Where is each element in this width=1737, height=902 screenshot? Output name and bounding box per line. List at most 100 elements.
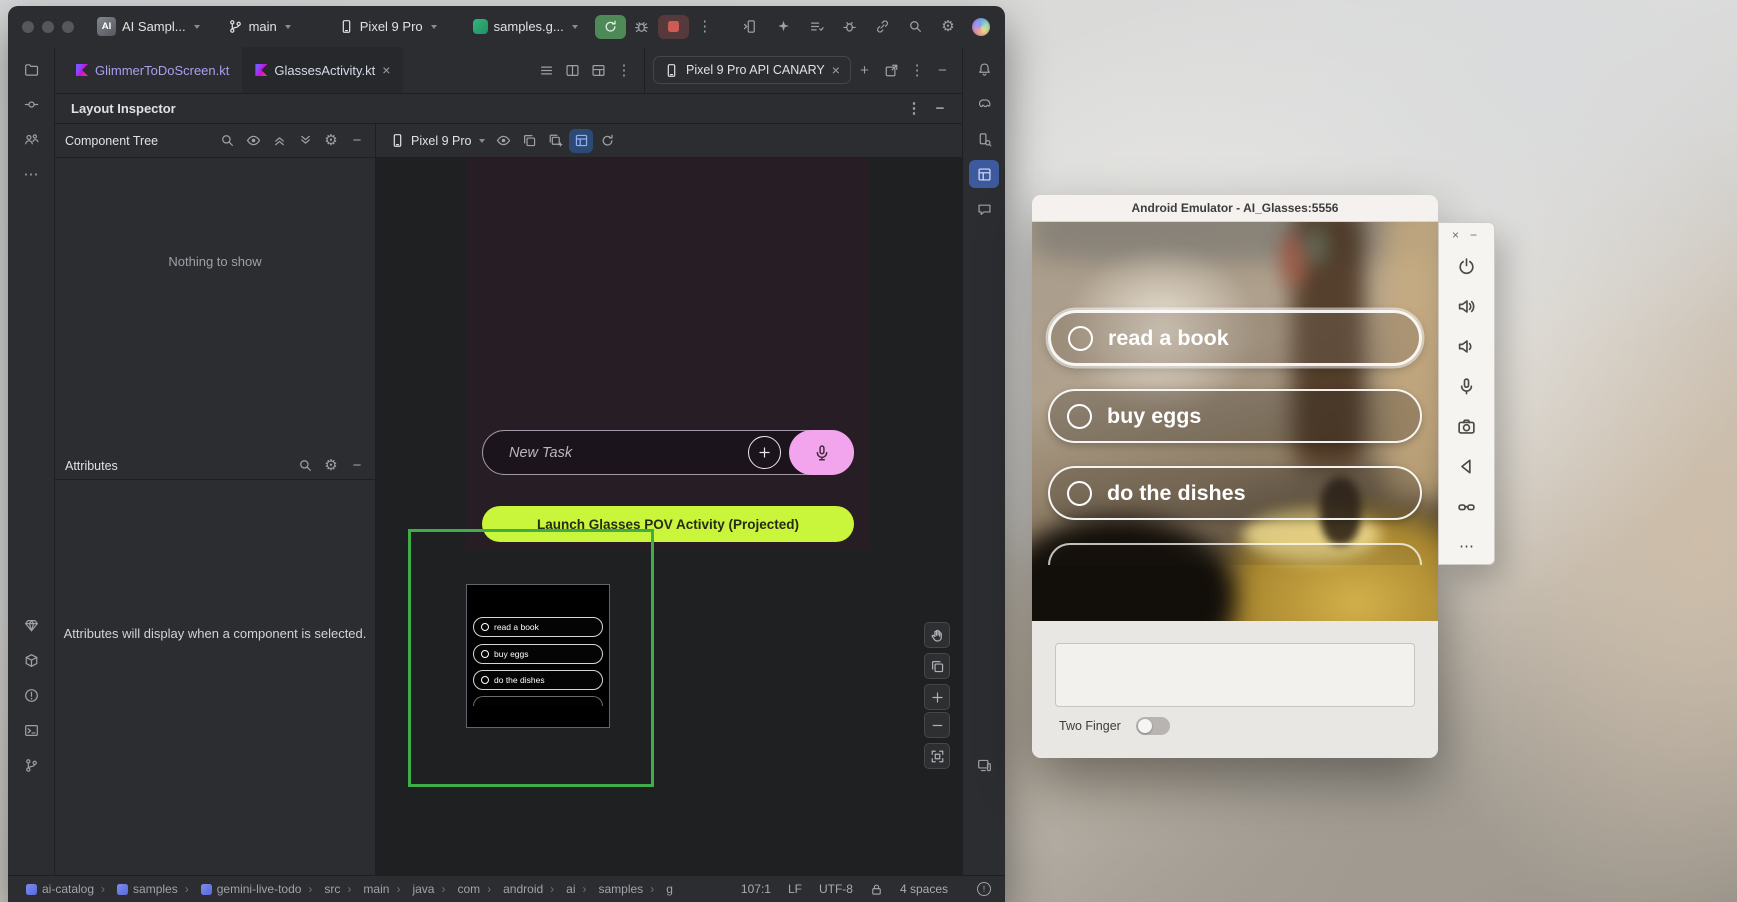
gem-tool-button[interactable] [16,611,46,639]
device-process-selector[interactable]: Pixel 9 Pro [390,133,485,148]
close-window-button[interactable] [22,21,34,33]
run-more-options-button[interactable]: ⋮ [691,15,719,39]
todo-item[interactable]: buy eggs [1048,389,1422,443]
run-button[interactable] [595,15,626,39]
file-encoding[interactable]: UTF-8 [819,882,853,896]
live-updates-toggle[interactable] [569,129,593,153]
close-tab-icon[interactable]: × [832,62,840,78]
gradle-tool-button[interactable] [969,90,999,118]
zoom-in-button[interactable] [924,684,950,710]
snapshot-button[interactable] [517,129,541,153]
breadcrumb-item[interactable]: src [301,882,340,896]
gemini-button[interactable] [769,14,797,40]
expand-all-button[interactable] [267,129,291,153]
project-tool-button[interactable] [16,55,46,83]
stop-button[interactable] [658,15,689,39]
layout-inspector-tool-button[interactable] [969,160,999,188]
tree-search-button[interactable] [215,129,239,153]
build-tool-button[interactable] [16,646,46,674]
zoom-to-fit-button[interactable] [924,743,950,769]
editor-list-button[interactable] [534,58,558,82]
branch-selector[interactable]: main [221,15,298,38]
project-selector[interactable]: AI AI Sampl... [90,13,207,40]
device-link-button[interactable] [868,14,896,40]
add-task-button[interactable] [748,436,781,469]
volume-down-button[interactable] [1451,330,1483,362]
pan-button[interactable] [924,622,950,648]
minimize-window-button[interactable] [42,21,54,33]
search-everywhere-button[interactable] [901,14,929,40]
run-config-selector[interactable]: samples.g... [466,15,585,38]
attributes-settings-button[interactable]: ⚙ [319,454,343,478]
terminal-tool-button[interactable] [16,716,46,744]
device-explorer-button[interactable] [969,125,999,153]
running-devices-tool-button[interactable] [969,751,999,779]
voice-input-button[interactable] [789,430,854,475]
volume-up-button[interactable] [1451,290,1483,322]
line-separator[interactable]: LF [788,882,802,896]
tree-visibility-button[interactable] [241,129,265,153]
breadcrumb-item[interactable]: java [389,882,434,896]
notifications-button[interactable] [969,55,999,83]
hide-panel-button[interactable]: − [931,58,954,82]
commit-tool-button[interactable] [16,90,46,118]
build-analyzer-button[interactable] [835,14,863,40]
emulator-titlebar[interactable]: Android Emulator - AI_Glasses:5556 [1032,195,1438,222]
panel-options-button[interactable]: ⋮ [905,58,928,82]
hide-inspector-button[interactable]: − [928,97,952,121]
tree-settings-button[interactable]: ⚙ [319,129,343,153]
mirror-device-button[interactable] [736,14,764,40]
task-list-button[interactable] [802,14,830,40]
more-controls-button[interactable]: ⋯ [1451,530,1483,562]
view-options-button[interactable] [491,129,515,153]
breadcrumb-item[interactable]: samples [94,882,178,896]
close-emulator-button[interactable]: × [1452,228,1459,242]
indent-setting[interactable]: 4 spaces [900,882,948,896]
add-device-button[interactable]: + [853,58,876,82]
running-device-tab[interactable]: Pixel 9 Pro API CANARY × [653,56,851,84]
breadcrumb-item[interactable]: com [434,882,480,896]
attributes-search-button[interactable] [293,454,317,478]
lock-icon[interactable] [870,883,883,896]
glasses-mode-button[interactable] [1451,490,1483,522]
problems-tool-button[interactable] [16,681,46,709]
launch-glasses-button[interactable]: Launch Glasses POV Activity (Projected) [482,506,854,542]
device-screen-glasses[interactable]: read a book buy eggs do the dishes [466,584,610,728]
preview-task-item[interactable]: buy eggs [473,644,603,664]
refresh-button[interactable] [595,129,619,153]
zoom-window-button[interactable] [62,21,74,33]
split-editor-button[interactable] [560,58,584,82]
screenshot-copy-button[interactable] [924,653,950,679]
hide-attributes-button[interactable]: − [345,454,369,478]
power-button[interactable] [1451,250,1483,282]
app-insights-button[interactable] [969,195,999,223]
breadcrumb-item[interactable]: samples [576,882,644,896]
export-snapshot-button[interactable] [543,129,567,153]
settings-button[interactable]: ⚙ [934,14,962,40]
more-tools-button[interactable]: ⋯ [16,160,46,188]
breadcrumb-item[interactable]: android [480,882,543,896]
notifications-status-icon[interactable]: ! [977,882,991,896]
breadcrumb-item[interactable]: ai-catalog [26,882,94,896]
close-tab-icon[interactable]: × [382,62,390,78]
todo-item[interactable]: do the dishes [1048,466,1422,520]
structure-tool-button[interactable] [16,125,46,153]
preview-task-item[interactable]: do the dishes [473,670,603,690]
zoom-out-button[interactable] [924,712,950,738]
editor-tab-glassesactivity[interactable]: GlassesActivity.kt × [242,47,403,93]
breadcrumb-item[interactable]: ai [543,882,575,896]
back-button[interactable] [1451,450,1483,482]
device-screen-phone[interactable]: New Task Launch Glasses POV Activity (Pr… [466,158,870,550]
breadcrumb-item[interactable]: g [643,882,673,896]
breadcrumb-item[interactable]: gemini-live-todo [178,882,302,896]
hide-tree-button[interactable]: − [345,129,369,153]
emulator-input-area[interactable] [1055,643,1415,707]
camera-button[interactable] [1451,410,1483,442]
todo-item-selected[interactable]: read a book [1048,310,1422,366]
minimize-emulator-button[interactable]: − [1470,228,1477,242]
device-selector[interactable]: Pixel 9 Pro [332,15,444,38]
profile-button[interactable] [967,14,995,40]
vcs-tool-button[interactable] [16,751,46,779]
editor-layout-button[interactable] [586,58,610,82]
microphone-button[interactable] [1451,370,1483,402]
